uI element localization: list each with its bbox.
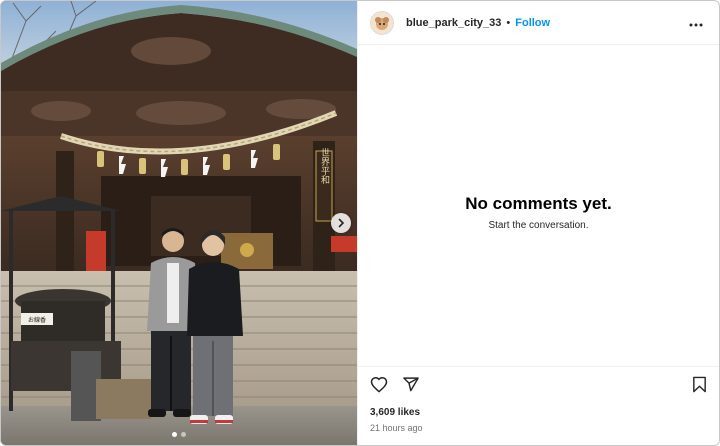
share-button[interactable] bbox=[402, 376, 420, 398]
avatar[interactable] bbox=[370, 10, 394, 35]
empty-comments-subtitle: Start the conversation. bbox=[488, 220, 589, 231]
carousel-indicator bbox=[1, 432, 357, 437]
svg-text:世界平和: 世界平和 bbox=[319, 147, 330, 185]
carousel-next-button[interactable] bbox=[331, 213, 351, 233]
likes-count[interactable]: 3,609 likes bbox=[370, 407, 707, 418]
svg-text:お線香: お線香 bbox=[28, 316, 46, 324]
separator-dot: • bbox=[506, 16, 511, 29]
chevron-right-icon bbox=[336, 218, 346, 228]
post-actions: 3,609 likes 21 hours ago bbox=[358, 366, 719, 445]
post-photo[interactable]: 世界平和 お線香 bbox=[1, 1, 357, 445]
comments-area: No comments yet. Start the conversation. bbox=[358, 45, 719, 366]
temple-photo: 世界平和 お線香 bbox=[1, 1, 357, 445]
bookmark-icon bbox=[692, 376, 707, 398]
save-button[interactable] bbox=[692, 376, 707, 398]
more-options-button[interactable] bbox=[685, 13, 707, 33]
more-horizontal-icon bbox=[689, 14, 703, 32]
carousel-dot-active bbox=[172, 432, 177, 437]
username-link[interactable]: blue_park_city_33 bbox=[406, 17, 501, 29]
send-icon bbox=[402, 376, 420, 398]
post-modal: 世界平和 お線香 blue_park_city_33 • Follow No c… bbox=[0, 0, 720, 446]
like-button[interactable] bbox=[370, 376, 388, 398]
action-icons-row bbox=[370, 369, 707, 405]
post-header: blue_park_city_33 • Follow bbox=[358, 1, 719, 45]
empty-comments-title: No comments yet. bbox=[465, 194, 612, 213]
post-timestamp[interactable]: 21 hours ago bbox=[370, 423, 707, 433]
heart-icon bbox=[370, 376, 388, 398]
follow-button[interactable]: Follow bbox=[515, 17, 550, 29]
post-details-panel: blue_park_city_33 • Follow No comments y… bbox=[357, 1, 719, 445]
carousel-dot bbox=[181, 432, 186, 437]
